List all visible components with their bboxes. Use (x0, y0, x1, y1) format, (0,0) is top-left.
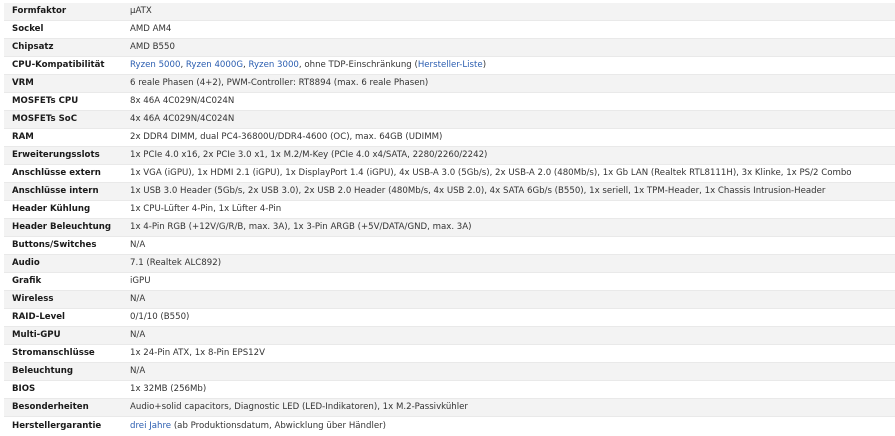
spec-value: 8x 46A 4C029N/4C024N (122, 92, 895, 111)
spec-label: Besonderheiten (4, 398, 122, 417)
spec-value: drei Jahre (ab Produktionsdatum, Abwickl… (122, 416, 895, 435)
spec-label: Grafik (4, 272, 122, 291)
spec-label: Stromanschlüsse (4, 344, 122, 363)
spec-row: CPU-Kompatibilität Ryzen 5000, Ryzen 400… (4, 56, 895, 75)
spec-value: Audio+solid capacitors, Diagnostic LED (… (122, 398, 895, 417)
separator-text: (ab Produktionsdatum, Abwicklung über Hä… (171, 420, 387, 431)
spec-label: Header Beleuchtung (4, 218, 122, 237)
spec-value: 1x PCIe 4.0 x16, 2x PCIe 3.0 x1, 1x M.2/… (122, 146, 895, 165)
spec-row: MOSFETs CPU 8x 46A 4C029N/4C024N (4, 92, 895, 111)
spec-value: 6 reale Phasen (4+2), PWM-Controller: RT… (122, 74, 895, 93)
spec-value: 1x 4-Pin RGB (+12V/G/R/B, max. 3A), 1x 3… (122, 218, 895, 237)
spec-label: RAM (4, 128, 122, 147)
spec-label: Wireless (4, 290, 122, 309)
spec-value: 4x 46A 4C029N/4C024N (122, 110, 895, 129)
spec-value: 7.1 (Realtek ALC892) (122, 254, 895, 273)
spec-row: Anschlüsse intern 1x USB 3.0 Header (5Gb… (4, 182, 895, 201)
spec-label: Header Kühlung (4, 200, 122, 219)
spec-value: iGPU (122, 272, 895, 291)
spec-table: Formfaktor µATX Sockel AMD AM4 Chipsatz … (4, 3, 895, 435)
spec-row: Audio 7.1 (Realtek ALC892) (4, 254, 895, 273)
spec-value: 0/1/10 (B550) (122, 308, 895, 327)
spec-value: µATX (130, 6, 152, 17)
spec-value: 1x CPU-Lüfter 4-Pin, 1x Lüfter 4-Pin (122, 200, 895, 219)
spec-value: 1x 32MB (256Mb) (122, 380, 895, 399)
spec-value: 2x DDR4 DIMM, dual PC4-36800U/DDR4-4600 … (122, 128, 895, 147)
spec-row: Header Kühlung 1x CPU-Lüfter 4-Pin, 1x L… (4, 200, 895, 219)
ryzen-3000-link[interactable]: Ryzen 3000 (248, 60, 298, 70)
spec-row: Besonderheiten Audio+solid capacitors, D… (4, 398, 895, 417)
spec-value: AMD AM4 (122, 20, 895, 39)
spec-label: Erweiterungsslots (4, 146, 122, 165)
separator-text: , ohne TDP-Einschränkung ( (298, 60, 418, 71)
spec-row: Sockel AMD AM4 (4, 20, 895, 39)
spec-value: N/A (122, 326, 895, 345)
spec-label: Buttons/Switches (4, 236, 122, 255)
spec-row: Herstellergarantie drei Jahre (ab Produk… (4, 416, 895, 435)
spec-label: Chipsatz (4, 38, 122, 57)
spec-row: Buttons/Switches N/A (4, 236, 895, 255)
spec-label: MOSFETs CPU (4, 92, 122, 111)
spec-row: Beleuchtung N/A (4, 362, 895, 381)
spec-value: AMD B550 (122, 38, 895, 57)
spec-row: RAM 2x DDR4 DIMM, dual PC4-36800U/DDR4-4… (4, 128, 895, 147)
spec-label: RAID-Level (4, 308, 122, 327)
spec-label: VRM (4, 74, 122, 93)
spec-value: 1x VGA (iGPU), 1x HDMI 2.1 (iGPU), 1x Di… (122, 164, 895, 183)
spec-row: Chipsatz AMD B550 (4, 38, 895, 57)
ryzen-4000g-link[interactable]: Ryzen 4000G (186, 60, 243, 70)
spec-label: Multi-GPU (4, 326, 122, 345)
spec-label: Anschlüsse intern (4, 182, 122, 201)
spec-label: Herstellergarantie (4, 416, 122, 435)
spec-row: Anschlüsse extern 1x VGA (iGPU), 1x HDMI… (4, 164, 895, 183)
spec-row: Multi-GPU N/A (4, 326, 895, 345)
spec-label: Audio (4, 254, 122, 273)
spec-row: Formfaktor µATX (4, 3, 895, 21)
spec-label: BIOS (4, 380, 122, 399)
spec-value: N/A (122, 236, 895, 255)
spec-value: 1x 24-Pin ATX, 1x 8-Pin EPS12V (122, 344, 895, 363)
spec-row: Erweiterungsslots 1x PCIe 4.0 x16, 2x PC… (4, 146, 895, 165)
hersteller-liste-link[interactable]: Hersteller-Liste (418, 60, 483, 70)
spec-row: VRM 6 reale Phasen (4+2), PWM-Controller… (4, 74, 895, 93)
spec-value: N/A (122, 290, 895, 309)
separator-text: ) (482, 60, 487, 71)
spec-label: Sockel (4, 20, 122, 39)
spec-row: Grafik iGPU (4, 272, 895, 291)
spec-row: MOSFETs SoC 4x 46A 4C029N/4C024N (4, 110, 895, 129)
ryzen-5000-link[interactable]: Ryzen 5000 (130, 60, 180, 70)
spec-label: Beleuchtung (4, 362, 122, 381)
spec-label: CPU-Kompatibilität (4, 56, 122, 75)
spec-row: Wireless N/A (4, 290, 895, 309)
spec-row: BIOS 1x 32MB (256Mb) (4, 380, 895, 399)
spec-label: Formfaktor (12, 6, 67, 17)
spec-row: RAID-Level 0/1/10 (B550) (4, 308, 895, 327)
spec-value: 1x USB 3.0 Header (5Gb/s, 2x USB 3.0), 2… (122, 182, 895, 201)
drei-jahre-link[interactable]: drei Jahre (130, 421, 171, 431)
spec-value: N/A (122, 362, 895, 381)
spec-row: Stromanschlüsse 1x 24-Pin ATX, 1x 8-Pin … (4, 344, 895, 363)
spec-label: MOSFETs SoC (4, 110, 122, 129)
spec-label: Anschlüsse extern (4, 164, 122, 183)
spec-value: Ryzen 5000, Ryzen 4000G, Ryzen 3000, ohn… (122, 56, 895, 75)
spec-row: Header Beleuchtung 1x 4-Pin RGB (+12V/G/… (4, 218, 895, 237)
